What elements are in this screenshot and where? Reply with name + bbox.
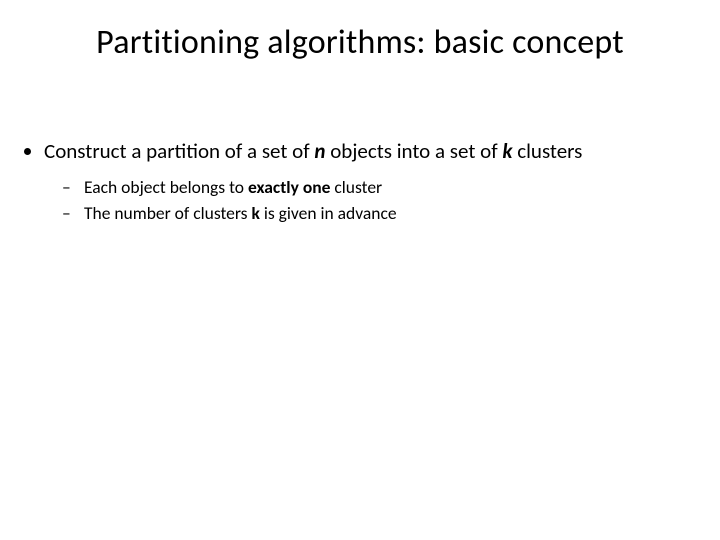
bullet-item-1: Construct a partition of a set of n obje… [44, 138, 690, 226]
slide-title: Partitioning algorithms: basic concept [0, 22, 720, 63]
var-k: k [251, 202, 259, 224]
var-n: n [314, 138, 325, 164]
sub-item-1: Each object belongs to exactly one clust… [80, 175, 690, 200]
emphasis: exactly one [248, 176, 330, 198]
slide: Partitioning algorithms: basic concept C… [0, 0, 720, 540]
text-run: Each object belongs to [84, 176, 248, 198]
bullet-list-level2: Each object belongs to exactly one clust… [44, 175, 690, 226]
var-k: k [502, 138, 512, 164]
text-run: clusters [512, 138, 582, 164]
slide-body: Construct a partition of a set of n obje… [26, 138, 690, 236]
sub-item-2: The number of clusters k is given in adv… [80, 201, 690, 226]
text-run: objects into a set of [325, 138, 502, 164]
text-run: is given in advance [260, 202, 397, 224]
bullet-list-level1: Construct a partition of a set of n obje… [26, 138, 690, 226]
text-run: cluster [330, 176, 382, 198]
text-run: The number of clusters [84, 202, 251, 224]
text-run: Construct a partition of a set of [44, 138, 314, 164]
